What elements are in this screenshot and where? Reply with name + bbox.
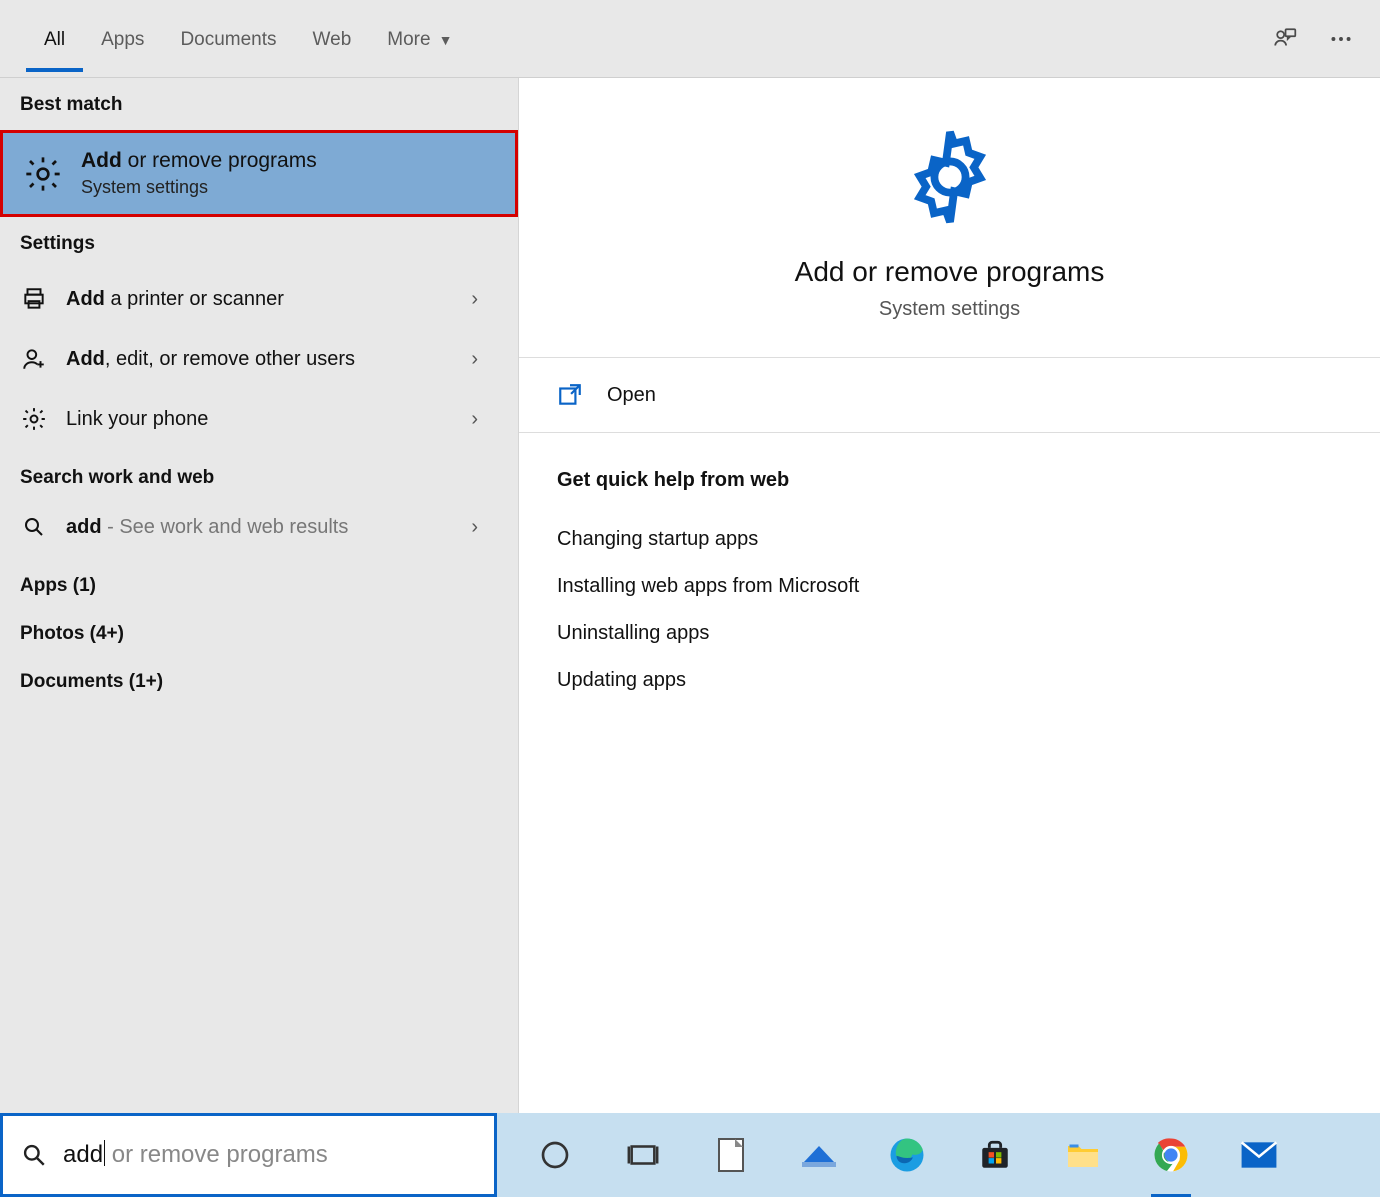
item-bold: Add	[66, 348, 105, 370]
taskbar-icons	[497, 1113, 1380, 1197]
best-match-text: Add or remove programs System settings	[81, 149, 317, 198]
chrome-icon[interactable]	[1151, 1135, 1191, 1175]
search-box[interactable]: add or remove programs	[0, 1113, 497, 1197]
taskbar: add or remove programs	[0, 1113, 1380, 1197]
best-match-header: Best match	[0, 78, 518, 130]
detail-header: Add or remove programs System settings	[519, 78, 1380, 358]
tab-apps[interactable]: Apps	[83, 5, 162, 72]
item-rest: , edit, or remove other users	[105, 348, 355, 370]
best-match-title-rest: or remove programs	[122, 149, 317, 172]
best-match-result[interactable]: Add or remove programs System settings	[0, 130, 518, 217]
tab-documents[interactable]: Documents	[162, 5, 294, 72]
item-muted: - See work and web results	[102, 516, 349, 538]
edge-icon[interactable]	[887, 1135, 927, 1175]
chevron-right-icon: ›	[471, 288, 498, 311]
results-list-pane: Best match Add or remove programs System…	[0, 78, 518, 1113]
search-input[interactable]	[63, 1139, 476, 1171]
documents-count[interactable]: Documents (1+)	[0, 653, 518, 701]
task-view-icon[interactable]	[623, 1135, 663, 1175]
item-bold: Add	[66, 288, 105, 310]
settings-item-link-phone[interactable]: Link your phone ›	[0, 389, 518, 449]
help-link[interactable]: Installing web apps from Microsoft	[557, 563, 1342, 610]
search-work-web-header: Search work and web	[0, 449, 518, 497]
detail-title: Add or remove programs	[795, 256, 1105, 288]
open-action[interactable]: Open	[519, 358, 1380, 433]
mail-icon[interactable]	[1239, 1135, 1279, 1175]
search-icon	[21, 1142, 47, 1168]
photos-count[interactable]: Photos (4+)	[0, 605, 518, 653]
file-explorer-icon[interactable]	[1063, 1135, 1103, 1175]
search-icon	[20, 513, 48, 541]
open-icon	[557, 382, 583, 408]
best-match-subtitle: System settings	[81, 177, 317, 198]
libreoffice-icon[interactable]	[711, 1135, 751, 1175]
quick-help-block: Get quick help from web Changing startup…	[519, 433, 1380, 740]
gear-large-icon	[895, 122, 1005, 232]
search-web-item[interactable]: add - See work and web results ›	[0, 497, 518, 557]
settings-item-users[interactable]: Add, edit, or remove other users ›	[0, 329, 518, 389]
tab-all[interactable]: All	[26, 5, 83, 72]
item-rest: Link your phone	[66, 408, 208, 430]
settings-app-icon[interactable]	[799, 1135, 839, 1175]
open-label: Open	[607, 384, 656, 407]
help-link[interactable]: Changing startup apps	[557, 516, 1342, 563]
feedback-icon[interactable]	[1272, 26, 1298, 52]
search-input-wrapper: add or remove programs	[63, 1139, 476, 1171]
item-bold: add	[66, 516, 102, 538]
best-match-title-bold: Add	[81, 149, 122, 172]
chevron-right-icon: ›	[471, 348, 498, 371]
settings-item-printer[interactable]: Add a printer or scanner ›	[0, 269, 518, 329]
tab-more[interactable]: More ▼	[369, 5, 470, 72]
chevron-right-icon: ›	[471, 408, 498, 431]
apps-count[interactable]: Apps (1)	[0, 557, 518, 605]
user-add-icon	[20, 345, 48, 373]
more-options-icon[interactable]	[1328, 26, 1354, 52]
chevron-right-icon: ›	[471, 516, 498, 539]
detail-subtitle: System settings	[879, 298, 1020, 321]
item-rest: a printer or scanner	[105, 288, 284, 310]
printer-icon	[20, 285, 48, 313]
search-results-content: Best match Add or remove programs System…	[0, 78, 1380, 1113]
tab-more-label: More	[387, 29, 430, 51]
help-link[interactable]: Updating apps	[557, 657, 1342, 704]
microsoft-store-icon[interactable]	[975, 1135, 1015, 1175]
detail-pane: Add or remove programs System settings O…	[518, 78, 1380, 1113]
gear-icon	[23, 154, 63, 194]
search-scope-tabs: All Apps Documents Web More ▼	[0, 0, 1380, 78]
quick-help-header: Get quick help from web	[557, 469, 1342, 492]
settings-header: Settings	[0, 217, 518, 269]
chevron-down-icon: ▼	[439, 32, 453, 48]
help-link[interactable]: Uninstalling apps	[557, 610, 1342, 657]
gear-icon	[20, 405, 48, 433]
tab-web[interactable]: Web	[295, 5, 370, 72]
cortana-icon[interactable]	[535, 1135, 575, 1175]
